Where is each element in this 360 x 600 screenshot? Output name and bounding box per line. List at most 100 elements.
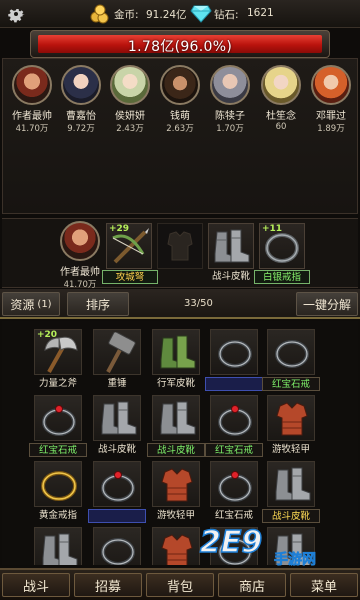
inventory-item-name: 游牧轻甲 [156,510,195,521]
top-resource-bar: 金币: 91.24亿 钻石: 1621 [0,0,360,28]
diamond-icon [190,5,212,23]
hero-portrait [261,65,301,105]
hero-name: 作者最帅 [60,267,100,278]
inventory-item[interactable] [34,395,82,441]
ring-name: 白银戒指 [254,270,310,284]
settings-gear-icon[interactable] [3,1,29,27]
inventory-header: 资源 (1) 排序 33/50 一键分解 [0,289,360,319]
resources-tab[interactable]: 资源 (1) [2,292,60,316]
enhance-level: +29 [109,224,130,234]
inventory-capacity: 33/50 [184,298,213,309]
hero-name: 陈犊子 [215,111,245,122]
hero-name: 作者最帅 [12,111,52,122]
decompose-button-label: 一键分解 [302,297,351,312]
hero-power: 2.43万 [116,124,144,134]
inventory-item[interactable] [152,395,200,441]
inventory-item[interactable] [93,395,141,441]
gold-value: 91.24亿 [146,9,187,21]
hero-slot[interactable]: 邓罪过 1.89万 [306,65,356,134]
inventory-item-name [205,377,263,391]
inventory-item[interactable] [93,461,141,507]
inventory-item-name: 红宝石戒 [29,443,87,457]
hero-portrait [311,65,351,105]
hero-roster-panel: 作者最帅 41.70万 曹嘉怡 9.72万 侯妍妍 2.43万 钱萌 2.63万… [2,58,358,214]
inventory-item-name: 红宝石戒 [214,510,253,521]
one-click-decompose-button[interactable]: 一键分解 [296,292,358,316]
nav-recruit-button[interactable]: 招募 [74,573,142,597]
hero-power: 60 [275,122,287,132]
inventory-item-name: 重锤 [107,378,127,389]
hero-portrait [61,65,101,105]
inventory-item[interactable] [152,527,200,565]
enhance-level: +11 [262,224,283,234]
nav-shop-button[interactable]: 商店 [218,573,286,597]
inventory-item[interactable] [210,461,258,507]
nav-backpack-button[interactable]: 背包 [146,573,214,597]
hero-slot[interactable]: 陈犊子 1.70万 [205,65,255,134]
boots-icon [214,229,250,263]
inventory-item[interactable] [267,329,315,375]
hero-power: 41.70万 [15,124,49,134]
hero-slot[interactable]: 侯妍妍 2.43万 [105,65,155,134]
inventory-item-name: 战斗皮靴 [262,509,320,523]
gold-label: 金币: [114,9,139,21]
inventory-item[interactable] [34,527,82,565]
weapon-slot[interactable]: +29 [106,223,152,269]
sort-button-label: 排序 [85,297,110,312]
inventory-item[interactable] [210,395,258,441]
hero-power: 1.89万 [317,124,345,134]
inventory-item-name: 力量之斧 [38,378,77,389]
inventory-item-name: 红宝石戒 [205,443,263,457]
hero-equipment-panel: 作者最帅 41.70万 +29 攻城弩 战斗皮靴 +11 白银戒指 [2,218,358,290]
inventory-item[interactable] [93,527,141,565]
diamond-value: 1621 [247,7,274,19]
hero-slot[interactable]: 钱萌 2.63万 [155,65,205,134]
hero-portrait [160,65,200,105]
inventory-item[interactable] [34,461,82,507]
hero-power: 2.63万 [166,124,194,134]
hero-name: 钱萌 [170,111,190,122]
hero-name: 侯妍妍 [115,111,145,122]
boots-name: 战斗皮靴 [211,271,250,282]
inventory-grid: +20 力量之斧 重锤 行军皮靴 红宝石戒 红宝石戒 战斗皮靴 战斗皮靴 红宝石戒 游牧轻甲 黄金戒… [2,321,358,565]
inventory-item[interactable] [267,461,315,507]
resources-tab-label: 资源 [10,297,35,312]
hero-portrait [12,65,52,105]
hero-name: 邓罪过 [316,111,346,122]
inventory-item-name: 战斗皮靴 [147,443,205,457]
nav-menu-button[interactable]: 菜单 [290,573,358,597]
selected-hero[interactable]: 作者最帅 41.70万 [54,221,106,290]
inventory-item-name: 游牧轻甲 [271,444,310,455]
empty-armor-slot-icon [167,231,193,261]
inventory-item[interactable] [93,329,141,375]
boots-slot[interactable] [208,223,254,269]
bottom-navigation: 战斗 招募 背包 商店 菜单 [0,568,360,600]
hero-slot[interactable]: 杜笙念 60 [256,65,306,132]
inventory-item[interactable] [267,527,315,565]
sort-button[interactable]: 排序 [67,292,129,316]
hero-power: 9.72万 [67,124,95,134]
hero-slot[interactable]: 作者最帅 41.70万 [7,65,57,134]
ring-slot[interactable]: +11 [259,223,305,269]
inventory-item[interactable] [152,329,200,375]
hero-portrait [60,221,100,261]
hero-name: 曹嘉怡 [66,111,96,122]
hp-bar-text: 1.78亿(96.0%) [127,39,233,55]
hero-portrait [210,65,250,105]
hero-portrait [110,65,150,105]
hero-slot[interactable]: 曹嘉怡 9.72万 [56,65,106,134]
inventory-item[interactable] [267,395,315,441]
inventory-item[interactable] [152,461,200,507]
inventory-item[interactable]: +20 [34,329,82,375]
hero-name: 杜笙念 [266,111,296,122]
team-hp-bar: 1.78亿(96.0%) [30,30,330,58]
inventory-item-name: 黄金戒指 [38,510,77,521]
inventory-item-name: 行军皮靴 [156,378,195,389]
inventory-item[interactable] [210,329,258,375]
inventory-item-name: 红宝石戒 [262,377,320,391]
diamond-label: 钻石: [214,9,239,21]
nav-battle-button[interactable]: 战斗 [2,573,70,597]
inventory-item[interactable] [210,527,258,565]
resources-count: (1) [37,298,52,310]
armor-slot-empty[interactable] [157,223,203,269]
